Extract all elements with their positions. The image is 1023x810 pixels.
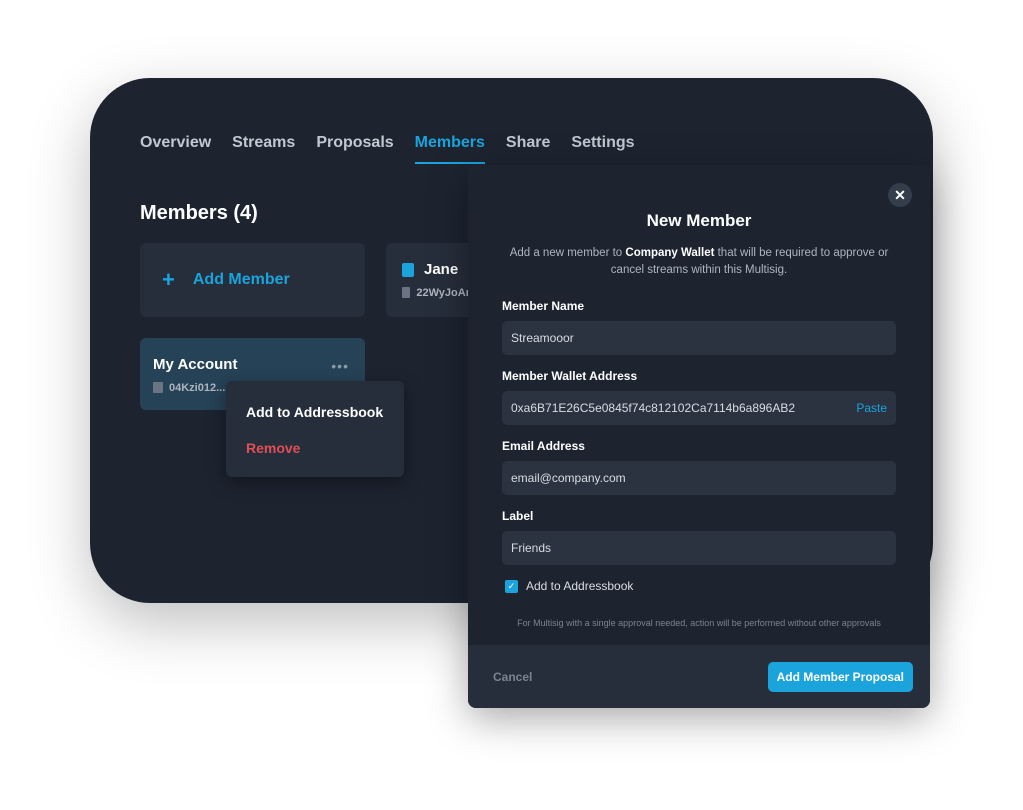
wallet-name: Company Wallet bbox=[625, 247, 715, 259]
modal-footer: Cancel Add Member Proposal bbox=[468, 645, 930, 708]
email-label: Email Address bbox=[502, 439, 585, 453]
member-name-input[interactable]: Streamooor bbox=[502, 321, 896, 355]
tab-streams[interactable]: Streams bbox=[232, 134, 295, 164]
cancel-button[interactable]: Cancel bbox=[493, 670, 532, 684]
more-options-icon[interactable]: ••• bbox=[331, 358, 349, 374]
add-member-label: Add Member bbox=[192, 271, 290, 288]
label-input[interactable]: Friends bbox=[502, 531, 896, 565]
tab-settings[interactable]: Settings bbox=[571, 134, 634, 164]
tab-members[interactable]: Members bbox=[414, 134, 485, 164]
tab-proposals[interactable]: Proposals bbox=[316, 134, 393, 164]
input-value: email@company.com bbox=[511, 471, 626, 485]
input-value: 0xa6B71E26C5e0845f74c812102Ca7114b6a896A… bbox=[511, 401, 796, 415]
paste-button[interactable]: Paste bbox=[856, 401, 887, 415]
menu-item-add-to-addressbook[interactable]: Add to Addressbook bbox=[246, 404, 384, 420]
addressbook-icon bbox=[402, 262, 414, 277]
member-address: 04Kzi012... bbox=[169, 382, 226, 394]
input-value: Friends bbox=[511, 541, 552, 555]
desc-text: Add a new member to bbox=[509, 247, 626, 259]
wallet-address-input[interactable]: 0xa6B71E26C5e0845f74c812102Ca7114b6a896A… bbox=[502, 391, 896, 425]
add-member-button[interactable]: + Add Member bbox=[140, 243, 365, 317]
tab-share[interactable]: Share bbox=[506, 134, 550, 164]
context-menu: Add to Addressbook Remove bbox=[226, 381, 404, 477]
approval-note: For Multisig with a single approval need… bbox=[517, 618, 881, 628]
new-member-modal: ✕ New Member Add a new member to Company… bbox=[468, 165, 930, 708]
add-member-proposal-button[interactable]: Add Member Proposal bbox=[767, 661, 913, 692]
tab-bar: Overview Streams Proposals Members Share… bbox=[140, 134, 635, 164]
tab-overview[interactable]: Overview bbox=[140, 134, 211, 164]
checkbox-label: Add to Addressbook bbox=[526, 579, 634, 593]
menu-item-remove[interactable]: Remove bbox=[246, 440, 384, 456]
member-name-label: Member Name bbox=[502, 299, 585, 313]
modal-title: New Member bbox=[646, 211, 752, 230]
copy-icon[interactable] bbox=[402, 287, 411, 298]
close-icon[interactable]: ✕ bbox=[888, 183, 912, 207]
member-name: Jane bbox=[424, 261, 459, 278]
wallet-address-label: Member Wallet Address bbox=[502, 369, 638, 383]
member-name: My Account bbox=[153, 356, 238, 373]
label-label: Label bbox=[502, 509, 534, 523]
email-input[interactable]: email@company.com bbox=[502, 461, 896, 495]
input-value: Streamooor bbox=[511, 331, 574, 345]
addressbook-checkbox[interactable]: ✓ Add to Addressbook bbox=[502, 579, 896, 593]
modal-description: Add a new member to Company Wallet that … bbox=[496, 245, 902, 279]
checkmark-icon[interactable]: ✓ bbox=[505, 579, 518, 593]
page-title: Members (4) bbox=[140, 202, 258, 224]
copy-icon[interactable] bbox=[153, 382, 163, 393]
member-address: 22WyJoAr bbox=[416, 287, 470, 299]
plus-icon: + bbox=[162, 267, 175, 292]
